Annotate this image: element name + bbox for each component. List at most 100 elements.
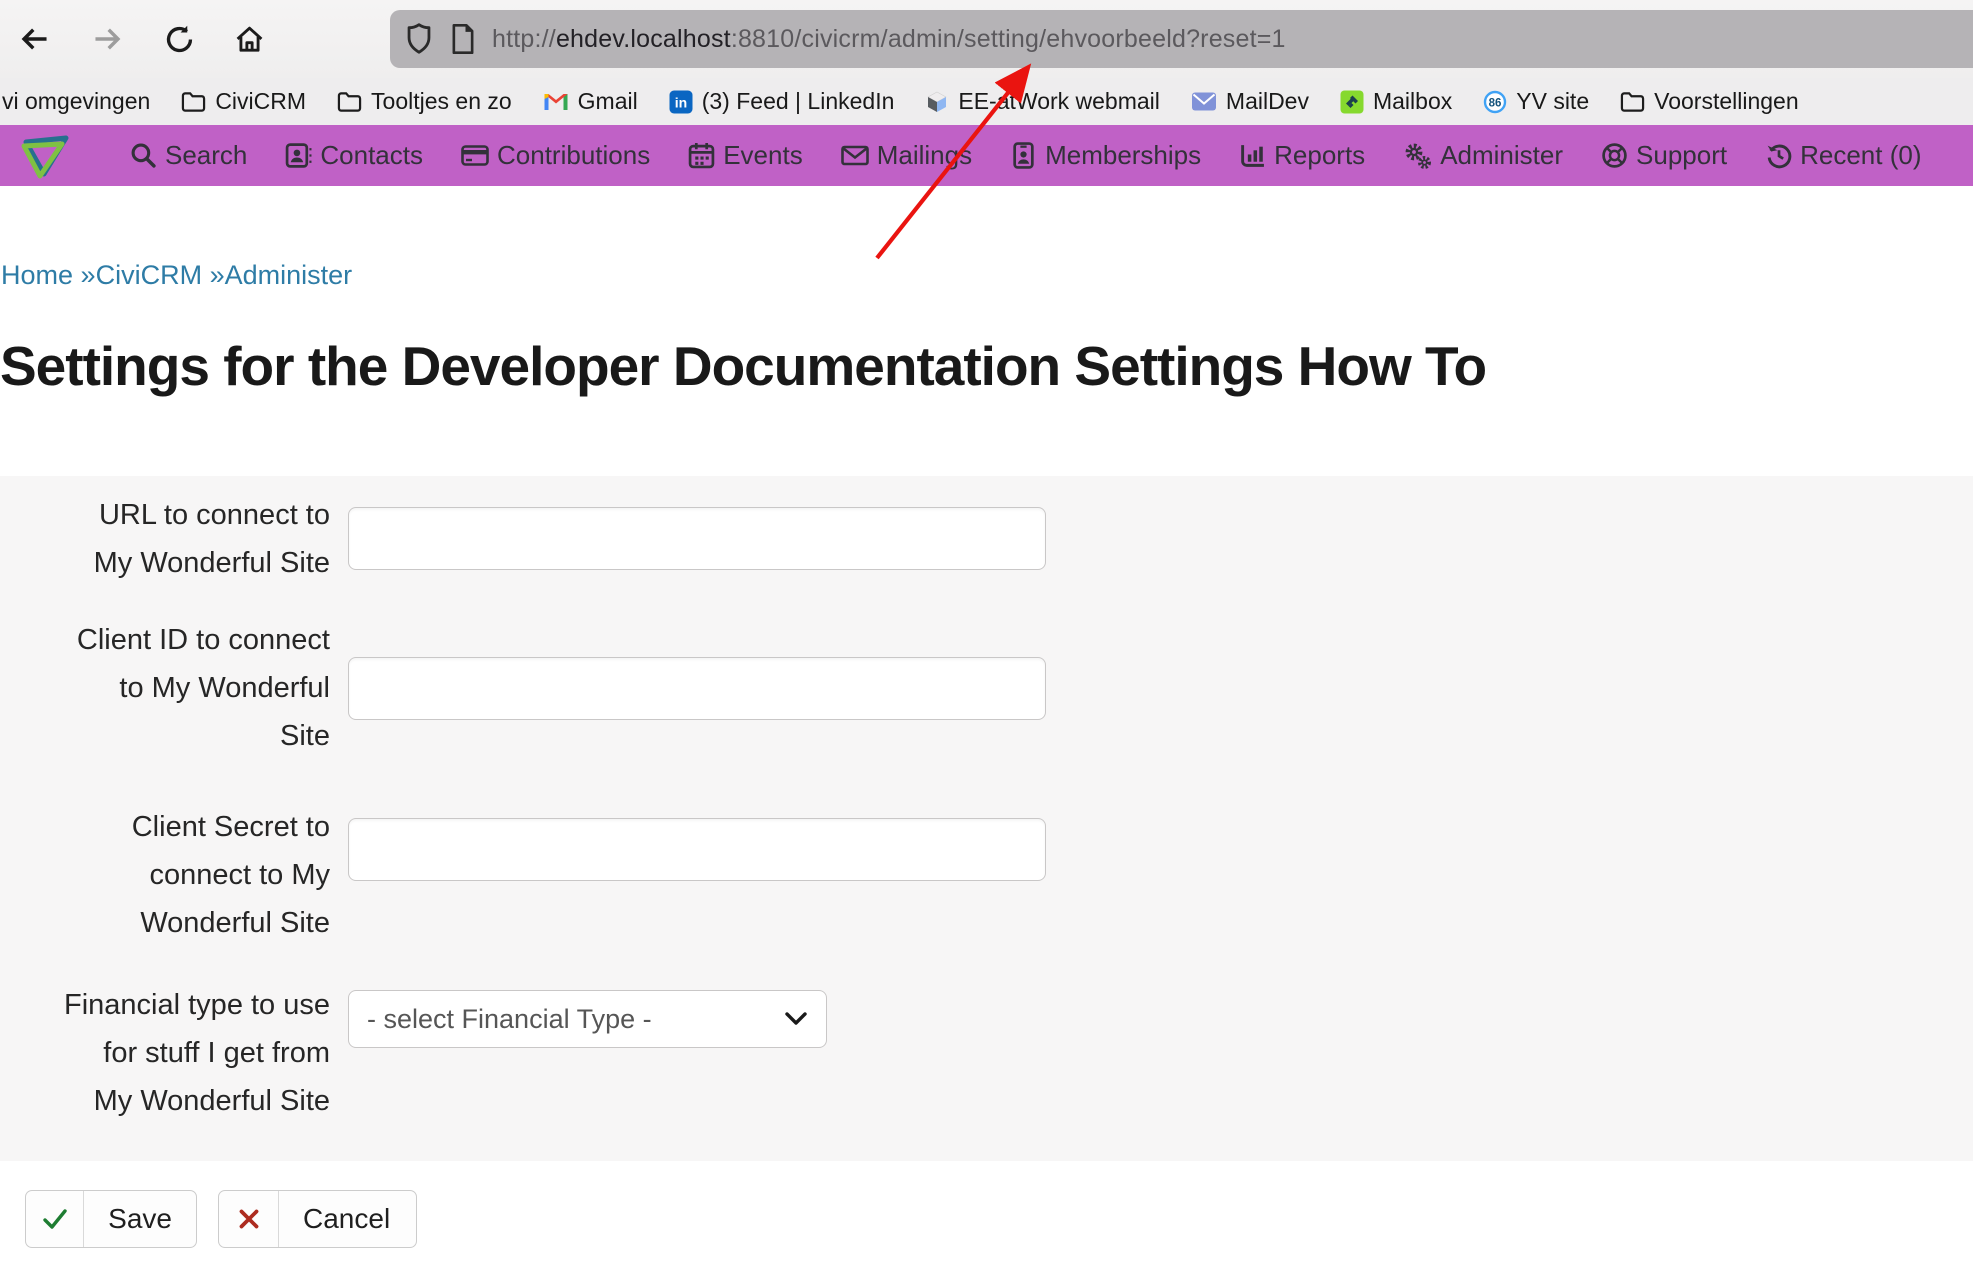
credit-card-icon bbox=[461, 142, 489, 169]
bookmark-item-yv-site[interactable]: 86 YV site bbox=[1483, 88, 1589, 115]
bookmark-item-civicrm[interactable]: CiviCRM bbox=[181, 88, 306, 115]
x-icon bbox=[219, 1191, 279, 1247]
check-icon bbox=[26, 1191, 84, 1247]
menu-item-contributions[interactable]: Contributions bbox=[461, 140, 650, 171]
breadcrumb-link-administer[interactable]: Administer bbox=[225, 260, 353, 290]
field-label-client-secret: Client Secret to connect to My Wonderful… bbox=[0, 803, 330, 947]
calendar-icon bbox=[688, 142, 715, 169]
history-icon bbox=[1765, 142, 1792, 169]
back-icon bbox=[20, 24, 50, 54]
id-badge-icon bbox=[1010, 142, 1037, 169]
menu-item-reports[interactable]: Reports bbox=[1239, 140, 1365, 171]
gears-icon bbox=[1403, 142, 1432, 170]
menu-label: Recent (0) bbox=[1800, 140, 1921, 171]
bookmark-label: Voorstellingen bbox=[1654, 88, 1799, 115]
bookmark-label: EE-atWork webmail bbox=[958, 88, 1160, 115]
menu-label: Mailings bbox=[877, 140, 972, 171]
forward-button[interactable] bbox=[85, 17, 129, 61]
breadcrumb-link-civicrm[interactable]: CiviCRM bbox=[96, 260, 202, 290]
folder-icon bbox=[1620, 91, 1645, 113]
svg-text:86: 86 bbox=[1489, 97, 1502, 109]
browser-window: http://ehdev.localhost:8810/civicrm/admi… bbox=[0, 0, 1973, 1261]
client-secret-input[interactable] bbox=[348, 818, 1046, 881]
folder-icon bbox=[181, 91, 206, 113]
menu-label: Reports bbox=[1274, 140, 1365, 171]
bookmark-label: Mailbox bbox=[1373, 88, 1452, 115]
bookmark-item-mailbox[interactable]: Mailbox bbox=[1340, 88, 1452, 115]
field-label-financial-type: Financial type to use for stuff I get fr… bbox=[0, 981, 330, 1125]
search-icon bbox=[130, 142, 157, 169]
url-path: :8810/civicrm/admin/setting/ehvoorbeeld?… bbox=[731, 25, 1286, 53]
menu-item-mailings[interactable]: Mailings bbox=[841, 140, 972, 171]
folder-icon bbox=[337, 91, 362, 113]
menu-label: Search bbox=[165, 140, 247, 171]
url-domain: ehdev.localhost bbox=[556, 25, 731, 53]
menu-item-administer[interactable]: Administer bbox=[1403, 140, 1563, 171]
breadcrumb: Home »CiviCRM »Administer bbox=[1, 260, 352, 291]
bookmark-item-linkedin[interactable]: in (3) Feed | LinkedIn bbox=[669, 88, 895, 115]
breadcrumb-link-home[interactable]: Home bbox=[1, 260, 73, 290]
envelope-icon bbox=[1191, 91, 1217, 112]
contact-card-icon bbox=[285, 142, 312, 169]
civicrm-logo[interactable] bbox=[16, 130, 78, 182]
menu-label: Events bbox=[723, 140, 803, 171]
select-value: - select Financial Type - bbox=[367, 1004, 784, 1035]
chevron-down-icon bbox=[784, 1011, 808, 1027]
bookmark-label: Tooltjes en zo bbox=[371, 88, 512, 115]
menu-label: Memberships bbox=[1045, 140, 1201, 171]
pinwheel-icon bbox=[1340, 90, 1364, 114]
field-label-client-id: Client ID to connect to My Wonderful Sit… bbox=[0, 616, 330, 760]
bookmark-item-omgevingen[interactable]: vi omgevingen bbox=[2, 88, 150, 115]
menu-items: Search Contacts Contributions bbox=[130, 140, 1921, 171]
save-button[interactable]: Save bbox=[25, 1190, 197, 1248]
financial-type-select[interactable]: - select Financial Type - bbox=[348, 990, 827, 1048]
url-scheme: http:// bbox=[492, 25, 556, 53]
url-input[interactable] bbox=[348, 507, 1046, 570]
page-icon[interactable] bbox=[450, 23, 476, 55]
save-label: Save bbox=[84, 1191, 196, 1247]
svg-text:in: in bbox=[675, 94, 687, 110]
bookmark-label: (3) Feed | LinkedIn bbox=[702, 88, 895, 115]
home-icon bbox=[234, 24, 265, 55]
menu-item-support[interactable]: Support bbox=[1601, 140, 1727, 171]
menu-item-recent[interactable]: Recent (0) bbox=[1765, 140, 1921, 171]
bookmark-item-ee-atwork[interactable]: EE-atWork webmail bbox=[925, 88, 1160, 115]
bookmark-item-maildev[interactable]: MailDev bbox=[1191, 88, 1309, 115]
reload-button[interactable] bbox=[157, 17, 201, 61]
menu-label: Contributions bbox=[497, 140, 650, 171]
menu-item-memberships[interactable]: Memberships bbox=[1010, 140, 1201, 171]
menu-label: Contacts bbox=[320, 140, 423, 171]
back-button[interactable] bbox=[13, 17, 57, 61]
life-ring-icon bbox=[1601, 142, 1628, 169]
shield-icon[interactable] bbox=[404, 22, 434, 56]
bookmarks-bar: vi omgevingen CiviCRM Tooltjes en zo bbox=[0, 78, 1973, 125]
address-bar[interactable]: http://ehdev.localhost:8810/civicrm/admi… bbox=[390, 10, 1973, 68]
menu-label: Support bbox=[1636, 140, 1727, 171]
page-title: Settings for the Developer Documentation… bbox=[0, 334, 1900, 398]
cancel-label: Cancel bbox=[279, 1191, 414, 1247]
cube-icon bbox=[925, 90, 949, 114]
breadcrumb-separator: » bbox=[81, 260, 96, 290]
envelope-icon bbox=[841, 142, 869, 169]
bookmark-label: Gmail bbox=[578, 88, 638, 115]
client-id-input[interactable] bbox=[348, 657, 1046, 720]
browser-toolbar: http://ehdev.localhost:8810/civicrm/admi… bbox=[0, 0, 1973, 78]
bar-chart-icon bbox=[1239, 142, 1266, 169]
menu-label: Administer bbox=[1440, 140, 1563, 171]
menu-item-events[interactable]: Events bbox=[688, 140, 803, 171]
menu-item-contacts[interactable]: Contacts bbox=[285, 140, 423, 171]
gmail-icon bbox=[543, 91, 569, 112]
breadcrumb-separator: » bbox=[210, 260, 225, 290]
linkedin-icon: in bbox=[669, 90, 693, 114]
cancel-button[interactable]: Cancel bbox=[218, 1190, 417, 1248]
bookmark-item-gmail[interactable]: Gmail bbox=[543, 88, 638, 115]
bookmark-label: YV site bbox=[1516, 88, 1589, 115]
menu-item-search[interactable]: Search bbox=[130, 140, 247, 171]
bookmark-item-voorstellingen[interactable]: Voorstellingen bbox=[1620, 88, 1799, 115]
badge-86-icon: 86 bbox=[1483, 90, 1507, 114]
url-text[interactable]: http://ehdev.localhost:8810/civicrm/admi… bbox=[492, 25, 1286, 54]
bookmark-label: MailDev bbox=[1226, 88, 1309, 115]
bookmark-label: vi omgevingen bbox=[2, 88, 150, 115]
bookmark-item-tooltjes[interactable]: Tooltjes en zo bbox=[337, 88, 512, 115]
home-button[interactable] bbox=[227, 17, 271, 61]
